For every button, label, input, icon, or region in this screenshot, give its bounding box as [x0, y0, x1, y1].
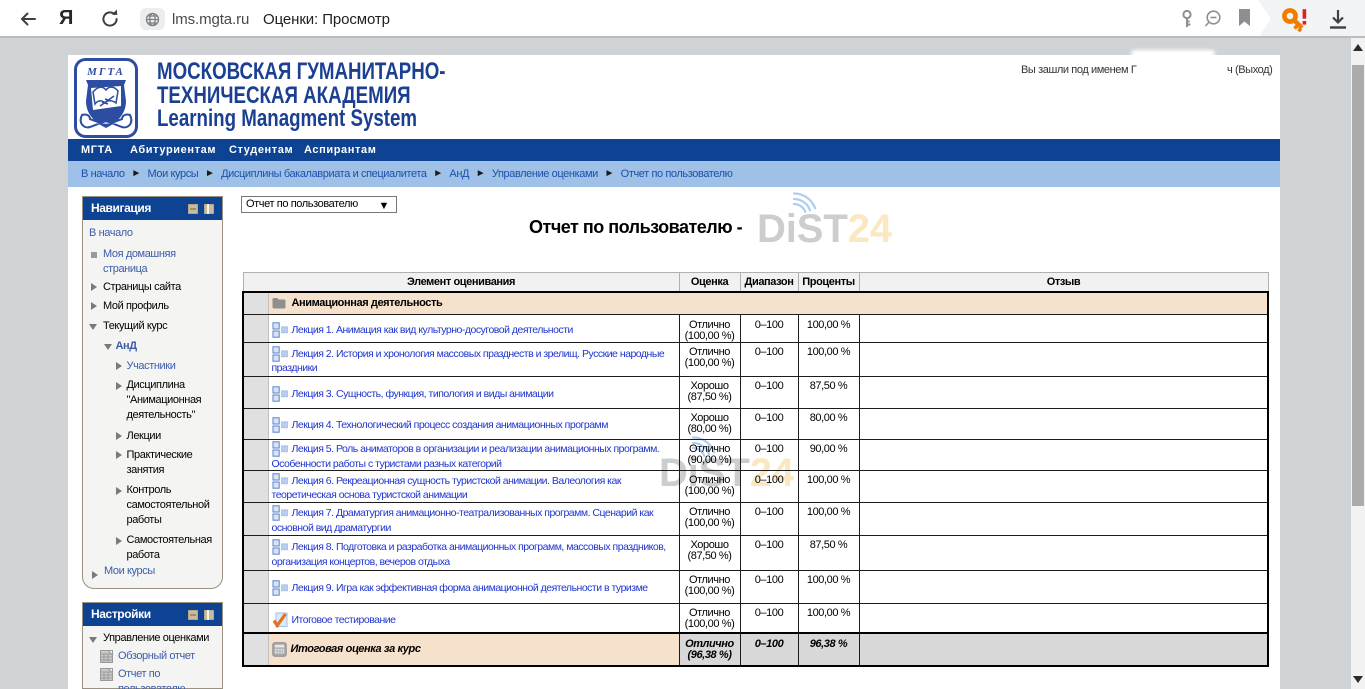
svg-text:МГТА: МГТА	[86, 66, 125, 78]
